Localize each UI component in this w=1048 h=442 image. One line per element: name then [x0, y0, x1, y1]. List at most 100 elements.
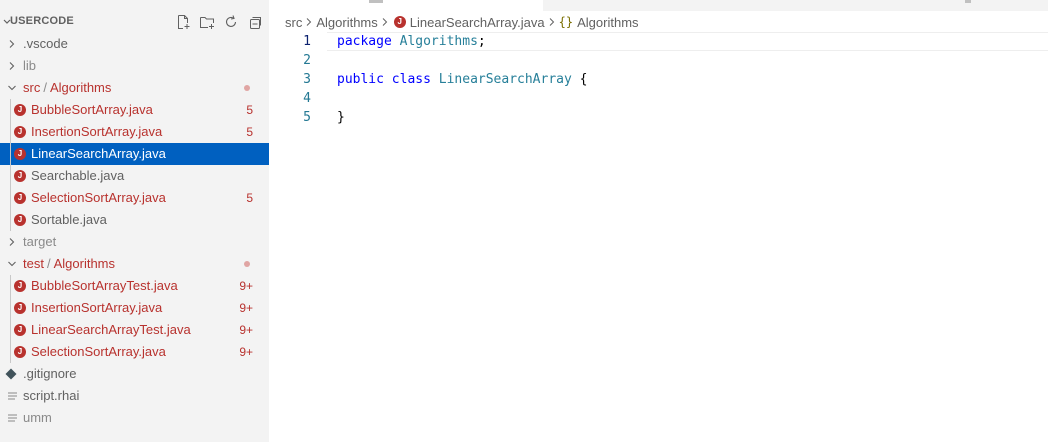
tree-item-label: InsertionSortArray.java — [31, 300, 163, 315]
chevron-right-icon — [306, 18, 312, 26]
java-file-icon: J — [14, 214, 26, 226]
explorer-sidebar: USERCODE .vscode lib src / Algorithms J Bubble… — [0, 0, 269, 442]
file-script-rhai[interactable]: script.rhai — [0, 385, 269, 407]
git-icon — [5, 368, 17, 380]
folder-segment: Algorithms — [53, 256, 116, 271]
problem-count-badge: 9+ — [239, 345, 253, 359]
tab-edge-mark — [369, 0, 383, 3]
problem-count-badge: 9+ — [239, 323, 253, 337]
namespace-icon: {} — [558, 15, 574, 29]
tree-item-label: BubbleSortArrayTest.java — [31, 278, 178, 293]
path-separator: / — [46, 256, 51, 271]
test-algorithms-folder[interactable]: test / Algorithms — [0, 253, 269, 275]
problem-count-badge: 5 — [246, 103, 253, 117]
line-number: 2 — [303, 53, 311, 68]
chevron-down-icon[interactable] — [7, 259, 17, 269]
code-text: public class LinearSearchArray { — [337, 70, 587, 89]
chevron-right-icon[interactable] — [7, 61, 17, 71]
file-searchable[interactable]: J Searchable.java — [0, 165, 269, 187]
java-file-icon: J — [14, 192, 26, 204]
file-bubblesortarray[interactable]: J BubbleSortArray.java 5 — [0, 99, 269, 121]
tree-item-label: Searchable.java — [31, 168, 125, 183]
chevron-right-icon — [549, 18, 554, 26]
breadcrumb-file[interactable]: LinearSearchArray.java — [410, 15, 545, 30]
code-token: ; — [477, 34, 486, 49]
code-editor[interactable]: 1 package Algorithms; 2 3 public class Linea… — [269, 32, 1048, 127]
problem-count-badge: 9+ — [239, 301, 253, 315]
explorer-actions — [174, 13, 264, 31]
line-number: 3 — [303, 72, 311, 87]
tree-item-label: target — [23, 234, 57, 249]
file-sortable[interactable]: J Sortable.java — [0, 209, 269, 231]
code-line[interactable]: 4 — [269, 89, 1048, 108]
java-file-icon: J — [14, 148, 26, 160]
tree-item-label: test / Algorithms — [23, 253, 115, 275]
new-file-icon[interactable] — [174, 13, 192, 31]
tree-item-label: lib — [23, 58, 37, 73]
code-token: { — [571, 72, 588, 87]
code-token: package — [337, 34, 392, 49]
line-number: 1 — [303, 34, 311, 49]
tree-item-label: LinearSearchArray.java — [31, 146, 166, 161]
line-number: 4 — [303, 91, 311, 106]
refresh-icon[interactable] — [222, 13, 240, 31]
chevron-right-icon[interactable] — [7, 39, 17, 49]
breadcrumb-symbol[interactable]: Algorithms — [577, 15, 638, 30]
file-tree: .vscode lib src / Algorithms J BubbleSortArray… — [0, 33, 269, 429]
code-line[interactable]: 1 package Algorithms; — [269, 32, 1048, 51]
tree-item-label: BubbleSortArray.java — [31, 102, 153, 117]
target-folder[interactable]: target — [0, 231, 269, 253]
chevron-right-icon[interactable] — [7, 237, 17, 247]
file-linearsearcharray[interactable]: J LinearSearchArray.java — [0, 143, 269, 165]
tree-item-label: .vscode — [23, 36, 68, 51]
file-selectionsortarray[interactable]: J SelectionSortArray.java 5 — [0, 187, 269, 209]
java-file-icon: J — [14, 170, 26, 182]
tab-strip — [269, 0, 1048, 11]
path-separator: / — [43, 80, 47, 95]
java-file-icon: J — [14, 302, 26, 314]
tab-linearsearcharray[interactable] — [269, 0, 543, 11]
collapse-all-icon[interactable] — [246, 13, 264, 31]
code-line[interactable]: 5} — [269, 108, 1048, 127]
indent-guide — [10, 99, 11, 231]
code-text: package Algorithms; — [337, 32, 486, 51]
file-gitignore[interactable]: .gitignore — [0, 363, 269, 385]
java-file-icon: J — [14, 126, 26, 138]
file-linearsearcharraytest[interactable]: J LinearSearchArrayTest.java 9+ — [0, 319, 269, 341]
tab-edge-mark-right — [965, 0, 971, 3]
tree-item-label: SelectionSortArray.java — [31, 190, 166, 205]
problem-count-badge: 5 — [246, 191, 253, 205]
file-insertionsortarray-test[interactable]: J InsertionSortArray.java 9+ — [0, 297, 269, 319]
editor-area: src Algorithms J LinearSearchArray.java … — [269, 0, 1048, 442]
java-file-icon: J — [14, 346, 26, 358]
file-insertionsortarray[interactable]: J InsertionSortArray.java 5 — [0, 121, 269, 143]
problem-count-badge: 5 — [246, 125, 253, 139]
java-file-icon: J — [14, 280, 26, 292]
file-selectionsortarray-test[interactable]: J SelectionSortArray.java 9+ — [0, 341, 269, 363]
modified-dot — [244, 261, 250, 267]
new-folder-icon[interactable] — [198, 13, 216, 31]
java-file-icon: J — [393, 16, 406, 28]
file-umm[interactable]: umm — [0, 407, 269, 429]
tree-item-label: SelectionSortArray.java — [31, 344, 166, 359]
vscode-folder[interactable]: .vscode — [0, 33, 269, 55]
text-file-icon — [8, 392, 17, 400]
explorer-header[interactable]: USERCODE — [0, 11, 269, 33]
code-line[interactable]: 3 public class LinearSearchArray { — [269, 70, 1048, 89]
java-file-icon: J — [14, 324, 26, 336]
chevron-right-icon — [382, 18, 387, 26]
code-token: Algorithms — [399, 34, 478, 49]
breadcrumb-src[interactable]: src — [285, 15, 302, 30]
folder-segment: test — [23, 256, 44, 271]
lib-folder[interactable]: lib — [0, 55, 269, 77]
file-bubblesortarraytest[interactable]: J BubbleSortArrayTest.java 9+ — [0, 275, 269, 297]
chevron-down-icon[interactable] — [7, 83, 17, 93]
src-algorithms-folder[interactable]: src / Algorithms — [0, 77, 269, 99]
code-token: public — [337, 72, 384, 87]
code-line[interactable]: 2 — [269, 51, 1048, 70]
tree-item-label: InsertionSortArray.java — [31, 124, 163, 139]
breadcrumb: src Algorithms J LinearSearchArray.java … — [285, 11, 639, 33]
breadcrumb-algorithms[interactable]: Algorithms — [316, 15, 377, 30]
problem-count-badge: 9+ — [239, 279, 253, 293]
